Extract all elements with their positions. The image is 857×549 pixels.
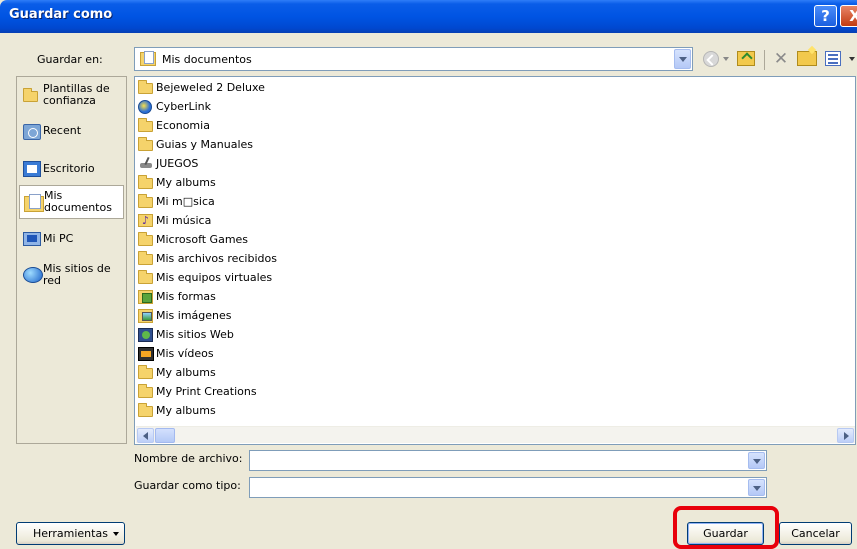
new-folder-icon[interactable]	[797, 51, 817, 66]
music-folder-icon	[138, 212, 153, 230]
title-bar[interactable]: Guardar como ? X	[0, 0, 857, 33]
folder-icon	[138, 175, 153, 189]
chevron-down-icon[interactable]	[674, 49, 691, 69]
close-button[interactable]: X	[840, 5, 857, 27]
folder-icon	[138, 232, 153, 246]
back-icon[interactable]	[703, 51, 719, 67]
place-label: Mi PC	[43, 232, 74, 245]
save-in-value: Mis documentos	[162, 53, 252, 66]
views-dropdown-arrow-icon[interactable]	[849, 57, 855, 61]
joystick-icon	[138, 157, 154, 169]
folder-icon	[138, 118, 153, 132]
web-folder-icon	[138, 328, 153, 342]
cyberlink-icon	[138, 100, 152, 114]
place-label: Mis sitios de red	[43, 262, 111, 287]
scroll-left-icon[interactable]	[137, 428, 154, 443]
folder-icon	[138, 365, 153, 379]
recent-icon	[23, 124, 41, 140]
place-network[interactable]: Mis sitios de red	[19, 263, 124, 287]
help-button[interactable]: ?	[814, 5, 837, 27]
place-label: Escritorio	[43, 162, 95, 175]
file-list[interactable]: Bejeweled 2 Deluxe CyberLink Economia Gu…	[134, 76, 856, 445]
chevron-down-icon[interactable]	[748, 452, 765, 469]
scroll-right-icon[interactable]	[837, 428, 854, 443]
place-trusted-templates[interactable]: Plantillas de confianza	[19, 83, 124, 107]
places-bar: Plantillas de confianza Recent Escritori…	[16, 76, 127, 444]
file-name-input[interactable]	[249, 450, 767, 471]
video-folder-icon	[138, 347, 154, 361]
folder-icon	[138, 403, 153, 417]
toolbar-divider	[764, 50, 765, 70]
cancel-button[interactable]: Cancelar	[779, 522, 852, 545]
my-documents-icon	[24, 194, 44, 212]
file-type-label: Guardar como tipo:	[134, 479, 241, 492]
tools-button[interactable]: Herramientas	[16, 522, 125, 545]
chevron-down-icon[interactable]	[748, 479, 765, 496]
place-my-computer[interactable]: Mi PC	[19, 232, 124, 246]
back-dropdown-arrow-icon[interactable]	[723, 57, 729, 61]
views-icon[interactable]	[825, 51, 841, 66]
my-computer-icon	[23, 232, 41, 246]
my-documents-icon	[140, 51, 156, 66]
up-folder-icon[interactable]	[737, 51, 755, 66]
place-recent[interactable]: Recent	[19, 124, 124, 140]
folder-icon	[138, 80, 153, 94]
folder-icon	[138, 137, 153, 151]
delete-icon[interactable]: ✕	[773, 51, 789, 68]
save-in-label: Guardar en:	[37, 53, 103, 66]
network-places-icon	[23, 267, 43, 283]
save-as-dialog: Guardar como ? X Guardar en: Mis documen…	[0, 0, 857, 549]
save-button[interactable]: Guardar	[687, 522, 764, 545]
folder-icon	[138, 384, 153, 398]
images-folder-icon	[138, 309, 153, 323]
save-in-dropdown[interactable]: Mis documentos	[134, 47, 693, 71]
folder-icon	[23, 88, 38, 102]
folder-icon	[138, 251, 153, 265]
place-label: Recent	[43, 124, 82, 137]
place-desktop[interactable]: Escritorio	[19, 161, 124, 177]
folder-icon	[138, 194, 153, 208]
place-label: Mis documentos	[44, 189, 112, 214]
desktop-icon	[23, 161, 41, 177]
file-name-label: Nombre de archivo:	[134, 452, 243, 465]
file-type-dropdown[interactable]	[249, 477, 767, 498]
place-label: Plantillas de confianza	[43, 82, 110, 107]
window-title: Guardar como	[9, 7, 113, 22]
scroll-thumb[interactable]	[155, 428, 175, 443]
horizontal-scrollbar[interactable]	[136, 426, 855, 443]
forms-folder-icon	[138, 290, 153, 304]
place-my-documents[interactable]: Mis documentos	[19, 185, 124, 219]
folder-icon	[138, 270, 153, 284]
